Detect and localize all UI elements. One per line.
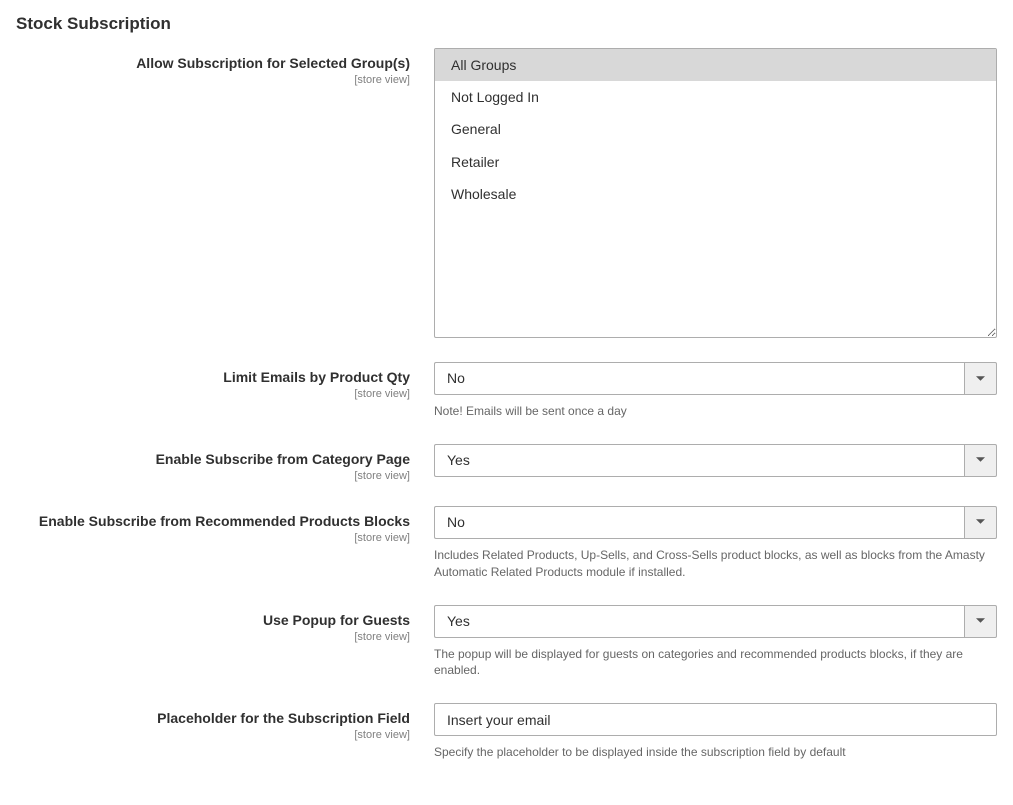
select-value: No bbox=[434, 506, 964, 539]
field-row-enable-category: Enable Subscribe from Category Page [sto… bbox=[16, 444, 997, 482]
use-popup-select[interactable]: Yes bbox=[434, 605, 997, 638]
field-label-col: Use Popup for Guests [store view] bbox=[16, 605, 434, 643]
field-label-col: Placeholder for the Subscription Field [… bbox=[16, 703, 434, 741]
enable-category-select[interactable]: Yes bbox=[434, 444, 997, 477]
field-scope: [store view] bbox=[16, 74, 410, 86]
field-row-allow-groups: Allow Subscription for Selected Group(s)… bbox=[16, 48, 997, 338]
field-label-col: Enable Subscribe from Category Page [sto… bbox=[16, 444, 434, 482]
allow-groups-multiselect[interactable]: All Groups Not Logged In General Retaile… bbox=[434, 48, 997, 338]
chevron-down-icon[interactable] bbox=[964, 362, 997, 395]
field-row-enable-recommended: Enable Subscribe from Recommended Produc… bbox=[16, 506, 997, 581]
field-scope: [store view] bbox=[16, 631, 410, 643]
ms-option-all-groups[interactable]: All Groups bbox=[435, 49, 996, 81]
ms-option-not-logged-in[interactable]: Not Logged In bbox=[435, 81, 996, 113]
chevron-down-icon[interactable] bbox=[964, 506, 997, 539]
field-label: Use Popup for Guests bbox=[263, 612, 410, 628]
select-value: Yes bbox=[434, 605, 964, 638]
ms-option-wholesale[interactable]: Wholesale bbox=[435, 178, 996, 210]
field-control-col: Yes The popup will be displayed for gues… bbox=[434, 605, 997, 680]
chevron-down-icon[interactable] bbox=[964, 605, 997, 638]
form-container: Allow Subscription for Selected Group(s)… bbox=[0, 48, 1013, 805]
ms-option-general[interactable]: General bbox=[435, 113, 996, 145]
field-label: Allow Subscription for Selected Group(s) bbox=[136, 55, 410, 71]
field-control-col: No Note! Emails will be sent once a day bbox=[434, 362, 997, 420]
field-row-placeholder: Placeholder for the Subscription Field [… bbox=[16, 703, 997, 761]
select-value: Yes bbox=[434, 444, 964, 477]
field-label: Enable Subscribe from Recommended Produc… bbox=[39, 513, 410, 529]
field-label-col: Limit Emails by Product Qty [store view] bbox=[16, 362, 434, 400]
field-control-col: Specify the placeholder to be displayed … bbox=[434, 703, 997, 761]
field-scope: [store view] bbox=[16, 532, 410, 544]
field-label: Placeholder for the Subscription Field bbox=[157, 710, 410, 726]
limit-emails-select[interactable]: No bbox=[434, 362, 997, 395]
field-note: Includes Related Products, Up-Sells, and… bbox=[434, 547, 997, 581]
enable-recommended-select[interactable]: No bbox=[434, 506, 997, 539]
field-note: Note! Emails will be sent once a day bbox=[434, 403, 997, 420]
placeholder-text-input[interactable] bbox=[434, 703, 997, 736]
field-control-col: Yes bbox=[434, 444, 997, 477]
ms-option-retailer[interactable]: Retailer bbox=[435, 146, 996, 178]
field-scope: [store view] bbox=[16, 388, 410, 400]
select-value: No bbox=[434, 362, 964, 395]
field-label-col: Enable Subscribe from Recommended Produc… bbox=[16, 506, 434, 544]
field-control-col: No Includes Related Products, Up-Sells, … bbox=[434, 506, 997, 581]
field-control-col: All Groups Not Logged In General Retaile… bbox=[434, 48, 997, 338]
field-label: Limit Emails by Product Qty bbox=[223, 369, 410, 385]
field-note: Specify the placeholder to be displayed … bbox=[434, 744, 997, 761]
field-label: Enable Subscribe from Category Page bbox=[156, 451, 410, 467]
chevron-down-icon[interactable] bbox=[964, 444, 997, 477]
field-scope: [store view] bbox=[16, 470, 410, 482]
field-scope: [store view] bbox=[16, 729, 410, 741]
section-title: Stock Subscription bbox=[0, 0, 1013, 48]
field-row-use-popup: Use Popup for Guests [store view] Yes Th… bbox=[16, 605, 997, 680]
field-note: The popup will be displayed for guests o… bbox=[434, 646, 997, 680]
field-row-limit-emails: Limit Emails by Product Qty [store view]… bbox=[16, 362, 997, 420]
field-label-col: Allow Subscription for Selected Group(s)… bbox=[16, 48, 434, 86]
